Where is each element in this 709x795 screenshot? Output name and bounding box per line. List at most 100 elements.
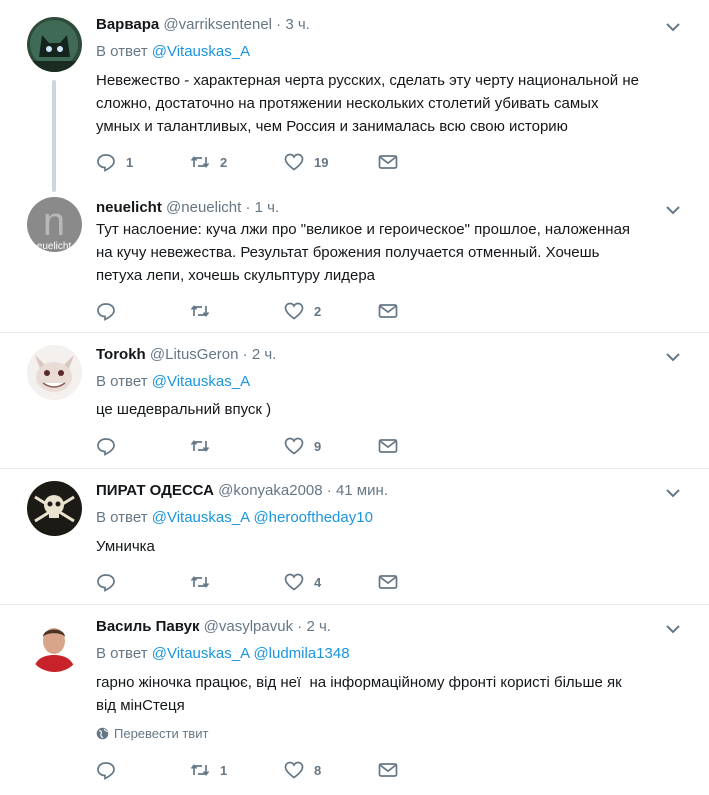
like-button[interactable]: 19 xyxy=(284,152,328,172)
tweet-3[interactable]: Torokh @LitusGeron · 2 ч. В ответ @Vitau… xyxy=(0,333,709,468)
retweet-icon xyxy=(190,156,210,168)
tweet-actions: 9 xyxy=(96,436,416,456)
author-handle[interactable]: @konyaka2008 xyxy=(218,482,322,499)
tweet-header: ПИРАТ ОДЕССА @konyaka2008 · 41 мин. xyxy=(96,481,388,501)
retweet-button[interactable] xyxy=(190,572,220,592)
retweet-button[interactable] xyxy=(190,301,220,321)
like-count: 4 xyxy=(314,574,322,590)
heart-icon xyxy=(284,153,304,171)
reply-icon xyxy=(97,574,115,592)
tweet-5[interactable]: Василь Павук @vasylpavuk · 2 ч. В ответ … xyxy=(0,605,709,795)
mention-link[interactable]: @Vitauskas_A xyxy=(152,645,250,662)
reply-prefix: В ответ xyxy=(96,43,148,60)
tweet-actions: 2 xyxy=(96,301,416,321)
reply-to-line: В ответ @Vitauskas_A xyxy=(96,372,250,392)
dm-button[interactable] xyxy=(378,152,398,172)
retweet-icon xyxy=(190,764,210,776)
author-name[interactable]: ПИРАТ ОДЕССА xyxy=(96,482,214,499)
heart-icon xyxy=(284,573,304,591)
dm-button[interactable] xyxy=(378,572,398,592)
reply-prefix: В ответ xyxy=(96,373,148,390)
cat-avatar-icon xyxy=(27,17,82,72)
timestamp[interactable]: 1 ч. xyxy=(255,199,280,216)
dm-button[interactable] xyxy=(378,301,398,321)
timestamp[interactable]: 3 ч. xyxy=(285,16,310,33)
reply-button[interactable] xyxy=(96,301,126,321)
envelope-icon xyxy=(378,304,398,318)
tweet-header: neuelicht @neuelicht · 1 ч. xyxy=(96,198,279,218)
chevron-down-icon[interactable] xyxy=(665,20,681,34)
like-count: 8 xyxy=(314,762,322,778)
like-button[interactable]: 9 xyxy=(284,436,321,456)
dm-button[interactable] xyxy=(378,436,398,456)
tweet-text: це шедевральний впуск ) xyxy=(96,401,272,418)
author-handle[interactable]: @varriksentenel xyxy=(163,16,272,33)
translate-tweet-link[interactable]: Перевести твит xyxy=(96,726,208,741)
avatar[interactable] xyxy=(27,17,82,72)
author-handle[interactable]: @neuelicht xyxy=(166,199,241,216)
heart-icon xyxy=(284,302,304,320)
author-name[interactable]: neuelicht xyxy=(96,199,162,216)
reply-icon xyxy=(97,438,115,456)
author-name[interactable]: Василь Павук xyxy=(96,618,199,635)
like-button[interactable]: 2 xyxy=(284,301,321,321)
like-count: 19 xyxy=(314,154,329,170)
avatar[interactable] xyxy=(27,617,82,672)
mention-link[interactable]: @herooftheday10 xyxy=(253,509,372,526)
mention-link[interactable]: @Vitauskas_A xyxy=(152,509,250,526)
avatar[interactable] xyxy=(27,481,82,536)
tweet-text: Умничка xyxy=(96,538,155,555)
author-name[interactable]: Варвара xyxy=(96,16,159,33)
reply-prefix: В ответ xyxy=(96,645,148,662)
reply-count: 1 xyxy=(126,154,134,170)
envelope-icon xyxy=(378,763,398,777)
mention-link[interactable]: @ludmila1348 xyxy=(253,645,349,662)
reply-button[interactable]: 1 xyxy=(96,152,133,172)
timestamp[interactable]: 41 мин. xyxy=(336,482,388,499)
like-count: 2 xyxy=(314,303,322,319)
separator-dot: · xyxy=(326,482,332,499)
retweet-button[interactable]: 1 xyxy=(190,760,227,780)
tweet-1[interactable]: Варвара @varriksentenel · 3 ч. В ответ @… xyxy=(0,0,709,190)
like-button[interactable]: 8 xyxy=(284,760,321,780)
retweet-button[interactable] xyxy=(190,436,220,456)
globe-icon xyxy=(96,727,109,740)
retweet-icon xyxy=(190,440,210,452)
author-handle[interactable]: @vasylpavuk xyxy=(204,618,293,635)
reply-prefix: В ответ xyxy=(96,509,148,526)
chevron-down-icon[interactable] xyxy=(665,622,681,636)
envelope-icon xyxy=(378,155,398,169)
envelope-icon xyxy=(378,439,398,453)
mention-link[interactable]: @Vitauskas_A xyxy=(152,373,250,390)
chevron-down-icon[interactable] xyxy=(665,486,681,500)
dm-button[interactable] xyxy=(378,760,398,780)
avatar[interactable] xyxy=(27,345,82,400)
person-photo-avatar-icon xyxy=(27,617,82,672)
timestamp[interactable]: 2 ч. xyxy=(252,346,277,363)
author-handle[interactable]: @LitusGeron xyxy=(150,346,239,363)
chevron-down-icon[interactable] xyxy=(665,350,681,364)
tweet-2[interactable]: n euelicht neuelicht @neuelicht · 1 ч. Т… xyxy=(0,190,709,332)
reply-icon xyxy=(97,762,115,780)
author-name[interactable]: Torokh xyxy=(96,346,146,363)
creature-avatar-icon xyxy=(27,345,82,400)
tweet-header: Варвара @varriksentenel · 3 ч. xyxy=(96,15,310,35)
svg-text:n: n xyxy=(43,200,65,244)
svg-text:euelicht: euelicht xyxy=(37,241,72,252)
tweet-header: Василь Павук @vasylpavuk · 2 ч. xyxy=(96,617,331,637)
separator-dot: · xyxy=(245,199,251,216)
chevron-down-icon[interactable] xyxy=(665,203,681,217)
tweet-actions: 4 xyxy=(96,572,416,592)
tweet-4[interactable]: ПИРАТ ОДЕССА @konyaka2008 · 41 мин. В от… xyxy=(0,469,709,604)
separator-dot: · xyxy=(242,346,248,363)
reply-button[interactable] xyxy=(96,572,126,592)
translate-label[interactable]: Перевести твит xyxy=(114,726,208,741)
reply-button[interactable] xyxy=(96,760,126,780)
retweet-button[interactable]: 2 xyxy=(190,152,227,172)
retweet-icon xyxy=(190,305,210,317)
mention-link[interactable]: @Vitauskas_A xyxy=(152,43,250,60)
reply-button[interactable] xyxy=(96,436,126,456)
like-button[interactable]: 4 xyxy=(284,572,321,592)
avatar[interactable]: n euelicht xyxy=(27,197,82,252)
timestamp[interactable]: 2 ч. xyxy=(306,618,331,635)
